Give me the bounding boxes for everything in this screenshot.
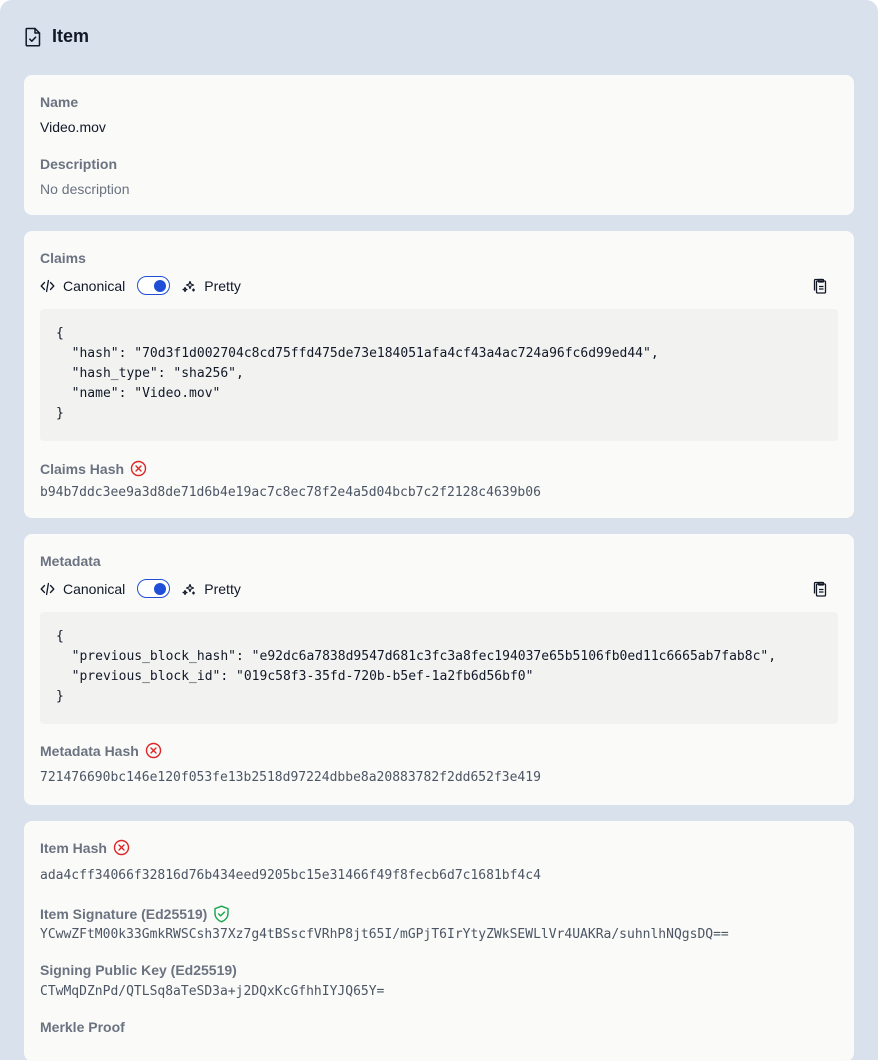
page-title: Item: [52, 26, 90, 46]
metadata-code-block: { "previous_block_hash": "e92dc6a7838d95…: [40, 612, 838, 724]
canonical-label: Canonical: [63, 580, 126, 597]
signature-value: YCwwZFtM00k33GmkRWSCsh37Xz7g4tBSscfVRhP8…: [40, 927, 729, 942]
claims-code-block: { "hash": "70d3f1d002704c8cd75ffd475de73…: [40, 309, 838, 441]
code-line: {: [56, 326, 64, 341]
signature-label-row: Item Signature (Ed25519): [40, 905, 230, 923]
code-icon: [40, 279, 55, 293]
error-circle-icon: [145, 742, 162, 759]
code-line: "previous_block_hash": "e92dc6a7838d9547…: [56, 649, 777, 664]
switch-knob: [154, 279, 167, 292]
claims-hash-value: b94b7ddc3ee9a3d8de71d6b4e19ac7c8ec78f2e4…: [40, 485, 541, 500]
copy-icon[interactable]: [812, 278, 830, 296]
file-check-icon: [24, 27, 42, 47]
code-line: }: [56, 689, 64, 704]
metadata-hash-label: Metadata Hash: [40, 742, 139, 759]
pretty-label: Pretty: [204, 580, 241, 597]
item-hash-label: Item Hash: [40, 839, 107, 856]
metadata-hash-value: 721476690bc146e120f053fe13b2518d97224dbb…: [40, 770, 541, 785]
code-line: "name": "Video.mov": [56, 386, 221, 401]
public-key-label: Signing Public Key (Ed25519): [40, 962, 237, 978]
signature-card: Item Hash ada4cff34066f32816d76b434eed92…: [24, 821, 854, 1061]
sparkles-icon: [182, 279, 196, 293]
name-value: Video.mov: [40, 119, 106, 135]
shield-check-icon: [213, 905, 230, 923]
metadata-card: Metadata Canonical Pretty {"previous_bl…: [24, 534, 854, 805]
merkle-proof-label: Merkle Proof: [40, 1019, 125, 1035]
description-label: Description: [40, 156, 118, 172]
switch-knob: [154, 582, 167, 595]
metadata-format-toggle-row: Canonical Pretty: [40, 579, 241, 598]
item-hash-label-row: Item Hash: [40, 839, 130, 856]
claims-title: Claims: [40, 250, 86, 266]
error-circle-icon: [113, 839, 130, 856]
claims-format-switch[interactable]: [137, 276, 171, 295]
name-label: Name: [40, 94, 79, 110]
item-hash-value: ada4cff34066f32816d76b434eed9205bc15e314…: [40, 868, 541, 883]
signature-label: Item Signature (Ed25519): [40, 906, 208, 922]
error-circle-icon: [130, 460, 147, 477]
item-panel: Item Name Video.mov Description No descr…: [0, 0, 878, 1061]
pretty-label: Pretty: [204, 277, 241, 294]
code-line: "previous_block_id": "019c58f3-35fd-720b…: [56, 669, 534, 684]
code-line: }: [56, 406, 64, 421]
code-icon: [40, 582, 55, 596]
sparkles-icon: [182, 582, 196, 596]
code-line: "hash_type": "sha256",: [56, 366, 244, 381]
code-line: {: [56, 629, 64, 644]
description-value: No description: [40, 181, 130, 197]
claims-format-toggle-row: Canonical Pretty: [40, 276, 241, 295]
claims-card: Claims Canonical Pretty {"hash": "70d3f…: [24, 231, 854, 518]
metadata-format-switch[interactable]: [137, 579, 171, 598]
metadata-hash-label-row: Metadata Hash: [40, 742, 162, 759]
public-key-value: CTwMqDZnPd/QTLSq8aTeSD3a+j2DQxKcGfhhIYJQ…: [40, 984, 385, 999]
panel-header: Item: [24, 26, 89, 47]
canonical-label: Canonical: [63, 277, 126, 294]
metadata-title: Metadata: [40, 553, 101, 569]
claims-hash-label: Claims Hash: [40, 460, 125, 477]
copy-icon[interactable]: [812, 581, 830, 599]
item-info-card: Name Video.mov Description No descriptio…: [24, 75, 854, 215]
claims-hash-label-row: Claims Hash: [40, 460, 147, 477]
code-line: "hash": "70d3f1d002704c8cd75ffd475de73e1…: [56, 346, 659, 361]
